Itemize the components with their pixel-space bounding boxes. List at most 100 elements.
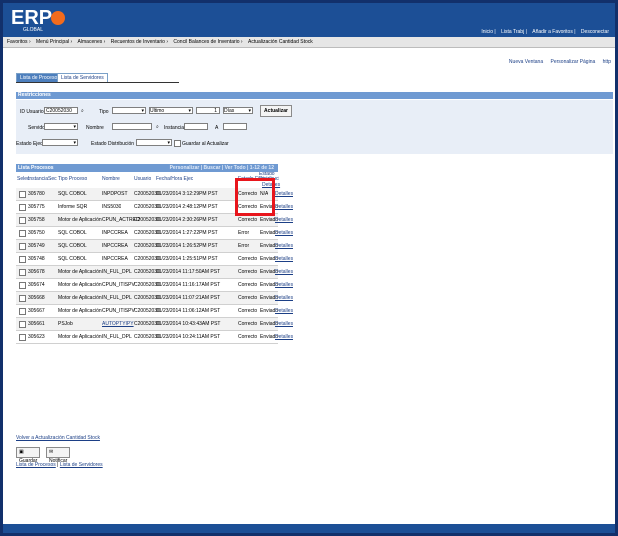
save-on-refresh-label: Guardar al Actualizar (182, 141, 229, 147)
worklist-link[interactable]: Lista Trabj (501, 29, 524, 35)
row-checkbox[interactable] (19, 295, 26, 302)
name-label: Nombre (86, 125, 104, 131)
row-name: CPUN_ITISPV (102, 308, 135, 314)
table-row: 305674 Motor de Aplicación CPUN_ITISPV C200… (16, 279, 293, 292)
row-instance: 305748 (28, 256, 45, 262)
row-checkbox[interactable] (19, 334, 26, 341)
row-checkbox[interactable] (19, 308, 26, 315)
row-checkbox[interactable] (19, 204, 26, 211)
signout-link[interactable]: Desconectar (581, 29, 609, 35)
col-instance[interactable]: Instancia (28, 176, 48, 182)
row-details-link[interactable]: Detalles (275, 292, 293, 304)
breadcrumb-warehouses[interactable]: Almacenes (78, 37, 103, 47)
instance-from-input[interactable] (184, 123, 208, 130)
row-type: Motor de Aplicación (58, 295, 102, 301)
new-window-link[interactable]: Nueva Ventana (509, 59, 543, 65)
row-name[interactable]: AUTOPTYIPY (102, 318, 134, 330)
dist-status-select[interactable] (136, 139, 172, 146)
row-type: Informe SQR (58, 204, 88, 210)
bottom-links: Lista de Procesos | Lista de Servidores (16, 462, 103, 468)
row-details-link[interactable]: Detalles (275, 201, 293, 213)
name-input[interactable] (112, 123, 152, 130)
save-button[interactable]: ▣ Guardar (16, 447, 41, 464)
row-checkbox[interactable] (19, 321, 26, 328)
row-details-link[interactable]: Detalles (275, 227, 293, 239)
instance-to-input[interactable] (223, 123, 247, 130)
row-checkbox[interactable] (19, 217, 26, 224)
col-type[interactable]: Tipo Proceso (58, 176, 87, 182)
row-checkbox[interactable] (19, 243, 26, 250)
count-input[interactable]: 1 (196, 107, 220, 114)
http-link[interactable]: http (603, 59, 611, 65)
row-details-link[interactable]: Detalles (275, 331, 293, 343)
save-on-refresh-checkbox[interactable] (174, 140, 181, 147)
row-details-link[interactable]: Detalles (275, 266, 293, 278)
back-link[interactable]: Volver a Actualización Cantidad Stock (16, 435, 100, 441)
table-row: 305748 SQL COBOL INPCCREA C20052030 01/23/20… (16, 253, 293, 266)
col-datetime[interactable]: Fecha/Hora Ejec (156, 176, 193, 182)
breadcrumb-inventory-counts[interactable]: Recuentos de Inventario (111, 37, 165, 47)
type-select[interactable] (112, 107, 146, 114)
save-icon: ▣ (19, 449, 24, 455)
run-status-select[interactable] (42, 139, 78, 146)
table-row: 305623 Motor de Aplicación IN_FUL_DPL C2005… (16, 331, 293, 344)
row-name: INPCCREA (102, 256, 128, 262)
row-datetime: 01/23/2014 10:43:43AM PST (156, 321, 221, 327)
row-datetime: 01/23/2014 11:07:21AM PST (156, 295, 221, 301)
personalize-page-link[interactable]: Personalizar Página (551, 59, 596, 65)
row-type: Motor de Aplicación (58, 334, 102, 340)
row-datetime: 01/23/2014 3:12:29PM PST (156, 191, 218, 197)
breadcrumb-main-menu[interactable]: Menú Principal (36, 37, 69, 47)
refresh-button[interactable]: Actualizar (260, 105, 292, 117)
add-favorites-link[interactable]: Añadir a Favoritos (532, 29, 573, 35)
row-checkbox[interactable] (19, 230, 26, 237)
row-datetime: 01/23/2014 2:30:26PM PST (156, 217, 218, 223)
breadcrumb-reconcile[interactable]: Concil Balances de Inventario (173, 37, 239, 47)
user-id-input[interactable]: C20052030 (44, 107, 78, 114)
row-details-link[interactable]: Detalles (275, 318, 293, 330)
process-list-link[interactable]: Lista de Procesos (16, 462, 56, 468)
table-row: 305668 Motor de Aplicación IN_FUL_DPL C2005… (16, 292, 293, 305)
row-datetime: 01/23/2014 11:17:50AM PST (156, 269, 221, 275)
row-name: IN_FUL_DPL (102, 269, 132, 275)
app-window: ERP GLOBAL Inicio | Lista Trabj | Añadir… (0, 0, 618, 536)
run-status-label: Estado Ejec (16, 141, 43, 147)
row-details-link[interactable]: Detalles (275, 305, 293, 317)
tab-divider (16, 82, 179, 83)
logo-subtitle: GLOBAL (23, 27, 44, 33)
row-checkbox[interactable] (19, 282, 26, 289)
server-list-link[interactable]: Lista de Servidores (60, 462, 103, 468)
row-run-status: Correcto (238, 269, 258, 275)
row-checkbox[interactable] (19, 191, 26, 198)
search-icon[interactable]: ⌕ (81, 108, 84, 114)
breadcrumb: Favoritos › Menú Principal › Almacenes ›… (3, 37, 615, 48)
row-datetime: 01/23/2014 11:06:12AM PST (156, 308, 221, 314)
row-instance: 305750 (28, 230, 45, 236)
col-user[interactable]: Usuario (134, 176, 151, 182)
row-details-link[interactable]: Detalles (275, 240, 293, 252)
server-select[interactable] (44, 123, 78, 130)
table-row: 305667 Motor de Aplicación CPUN_ITISPV C200… (16, 305, 293, 318)
row-run-status: Error (238, 230, 250, 236)
notify-button[interactable]: ✉ Notificar (46, 447, 71, 464)
breadcrumb-update-stock[interactable]: Actualización Cantidad Stock (248, 37, 313, 47)
last-select[interactable]: Ultimo (149, 107, 193, 114)
instance-label: Instancia (164, 125, 185, 131)
name-search-icon[interactable]: ⌕ (156, 124, 159, 130)
row-details-link[interactable]: Detalles (275, 279, 293, 291)
row-details-link[interactable]: Detalles (275, 214, 293, 226)
row-checkbox[interactable] (19, 256, 26, 263)
home-link[interactable]: Inicio (481, 29, 493, 35)
row-details-link[interactable]: Detalles (275, 253, 293, 265)
days-select[interactable]: Días (223, 107, 253, 114)
row-checkbox[interactable] (19, 269, 26, 276)
process-list-nav[interactable]: Personalizar | Buscar | Ver Todo | 1-12 … (170, 164, 274, 172)
row-datetime: 01/23/2014 10:24:11AM PST (156, 334, 221, 340)
filters-panel: ID Usuario C20052030 ⌕ Tipo Ultimo 1 Día… (16, 100, 613, 154)
col-seq[interactable]: Sec (48, 176, 57, 182)
col-name[interactable]: Nombre (102, 176, 120, 182)
breadcrumb-favorites[interactable]: Favoritos (7, 37, 28, 47)
row-details-link[interactable]: Detalles (275, 188, 293, 200)
process-list-title: Lista Procesos (18, 165, 54, 171)
row-run-status: Correcto (238, 334, 258, 340)
